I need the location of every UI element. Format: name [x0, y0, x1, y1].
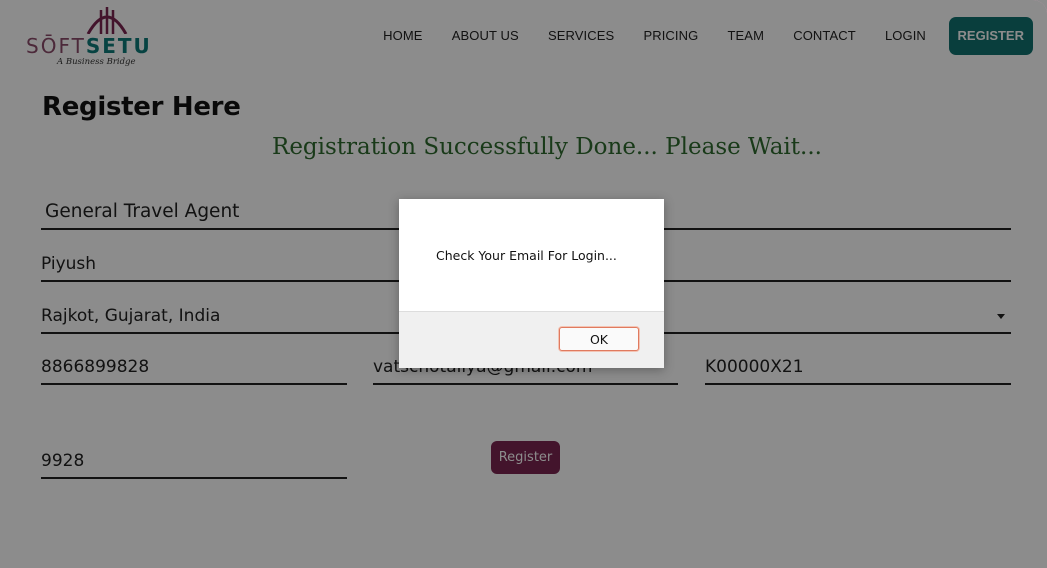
- alert-message: Check Your Email For Login...: [436, 248, 617, 263]
- alert-footer: OK: [399, 311, 664, 368]
- alert-dialog: Check Your Email For Login... OK: [399, 199, 664, 368]
- ok-button[interactable]: OK: [559, 327, 639, 351]
